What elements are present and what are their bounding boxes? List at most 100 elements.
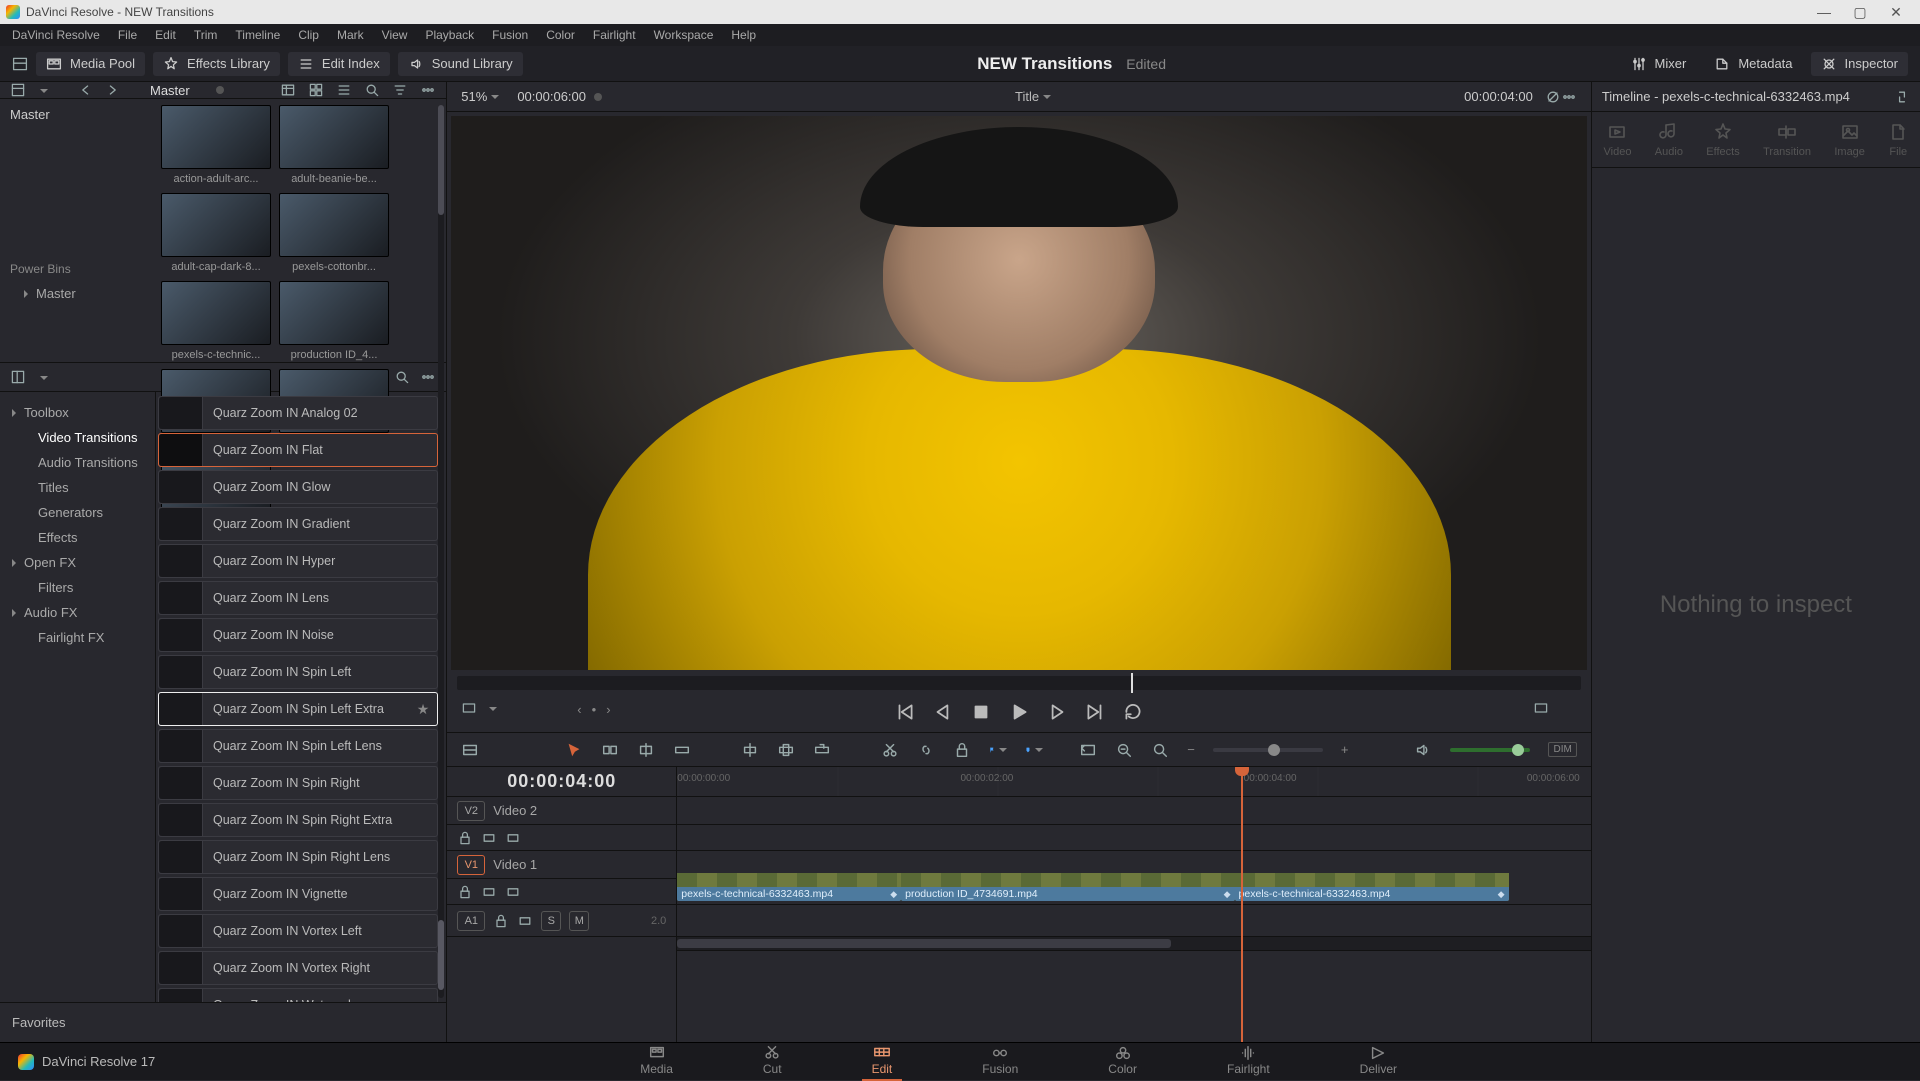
transition-item[interactable]: Quarz Zoom IN Hyper <box>158 544 438 578</box>
blade-tool-icon[interactable] <box>673 741 691 759</box>
solo-button[interactable]: S <box>541 911 561 931</box>
view-list-icon[interactable] <box>336 82 352 98</box>
fx-category-audio-transitions[interactable]: Audio Transitions <box>0 450 155 475</box>
window-minimize-button[interactable]: — <box>1806 4 1842 20</box>
fx-category-toolbox[interactable]: Toolbox <box>0 400 155 425</box>
menu-item[interactable]: Help <box>731 28 756 42</box>
window-close-button[interactable]: ✕ <box>1878 4 1914 21</box>
options-icon[interactable] <box>420 82 436 98</box>
media-pool-toggle[interactable]: Media Pool <box>36 52 145 76</box>
favorites-section[interactable]: Favorites <box>0 1002 446 1042</box>
lock-icon[interactable] <box>457 830 473 846</box>
nav-fwd-icon[interactable] <box>104 82 120 98</box>
fx-panel-layout-icon[interactable] <box>10 369 26 385</box>
inspector-tab-file[interactable]: File <box>1888 122 1908 158</box>
lock-icon[interactable] <box>493 913 509 929</box>
menu-item[interactable]: Color <box>546 28 575 42</box>
viewer-playhead-icon[interactable] <box>1131 673 1133 693</box>
auto-select-icon[interactable] <box>481 830 497 846</box>
timeline-zoom-slider[interactable] <box>1213 748 1323 752</box>
overlay-mode-icon[interactable] <box>461 700 477 716</box>
fx-panel-dropdown-icon[interactable] <box>36 370 48 385</box>
zoom-to-fit-icon[interactable] <box>1079 741 1097 759</box>
media-thumbnail[interactable]: adult-beanie-be... <box>279 105 389 185</box>
goto-last-button[interactable] <box>1084 701 1106 723</box>
fx-category-effects[interactable]: Effects <box>0 525 155 550</box>
timeline-h-scrollbar[interactable] <box>677 937 1591 951</box>
flag-dropdown-icon[interactable] <box>989 741 1007 759</box>
page-tab-edit[interactable]: Edit <box>862 1043 903 1081</box>
media-thumbnail[interactable]: pexels-c-technic... <box>161 281 271 361</box>
timeline-ruler[interactable]: 00:00:00:0000:00:02:0000:00:04:0000:00:0… <box>677 767 1591 797</box>
edit-index-toggle[interactable]: Edit Index <box>288 52 390 76</box>
bin-tree-root[interactable]: Master <box>10 107 145 122</box>
metadata-toggle[interactable]: Metadata <box>1704 52 1802 76</box>
track-tag-a1[interactable]: A1 <box>457 911 485 931</box>
fx-category-audio-fx[interactable]: Audio FX <box>0 600 155 625</box>
insert-clip-icon[interactable] <box>741 741 759 759</box>
track-tag-v1[interactable]: V1 <box>457 855 485 875</box>
inspector-expand-icon[interactable] <box>1894 89 1910 105</box>
inspector-tab-video[interactable]: Video <box>1604 122 1632 158</box>
timeline-clip[interactable]: pexels-c-technical-6332463.mp4◆ <box>1235 854 1509 901</box>
fx-category-fairlight-fx[interactable]: Fairlight FX <box>0 625 155 650</box>
menu-item[interactable]: Playback <box>425 28 474 42</box>
timeline-clip[interactable]: pexels-c-technical-6332463.mp4◆ <box>677 854 901 901</box>
timeline-clip[interactable]: production ID_4734691.mp4◆ <box>901 854 1234 901</box>
viewer-frame[interactable] <box>451 116 1587 670</box>
bypass-fx-icon[interactable] <box>1545 89 1561 105</box>
media-thumbnail[interactable]: production ID_4... <box>279 281 389 361</box>
media-thumbnail[interactable]: adult-cap-dark-8... <box>161 193 271 273</box>
position-lock-icon[interactable] <box>953 741 971 759</box>
media-thumbnail[interactable]: pexels-cottonbr... <box>279 193 389 273</box>
page-tab-fairlight[interactable]: Fairlight <box>1217 1043 1280 1081</box>
trim-tool-icon[interactable] <box>601 741 619 759</box>
viewer-zoom[interactable]: 51% <box>461 89 499 104</box>
fx-category-video-transitions[interactable]: Video Transitions <box>0 425 155 450</box>
lock-icon[interactable] <box>457 884 473 900</box>
menu-item[interactable]: Edit <box>155 28 176 42</box>
transition-item[interactable]: Quarz Zoom IN Spin Right Extra <box>158 803 438 837</box>
menu-item[interactable]: Timeline <box>235 28 280 42</box>
media-thumbnail[interactable]: action-adult-arc... <box>161 105 271 185</box>
menu-item[interactable]: Trim <box>194 28 218 42</box>
viewer-title[interactable]: Title <box>602 89 1464 104</box>
timeline-lanes[interactable]: 00:00:00:0000:00:02:0000:00:04:0000:00:0… <box>677 767 1591 1042</box>
disable-video-icon[interactable] <box>505 830 521 846</box>
detail-zoom-icon[interactable] <box>1115 741 1133 759</box>
match-next-icon[interactable]: › <box>606 702 610 717</box>
zoom-in-icon[interactable]: + <box>1341 742 1349 757</box>
play-button[interactable] <box>1008 701 1030 723</box>
track-header-v1[interactable]: V1 Video 1 <box>447 851 676 879</box>
effects-library-toggle[interactable]: Effects Library <box>153 52 280 76</box>
fx-category-titles[interactable]: Titles <box>0 475 155 500</box>
timeline-timecode[interactable]: 00:00:04:00 <box>447 767 676 797</box>
lane-v1[interactable]: pexels-c-technical-6332463.mp4◆productio… <box>677 851 1591 905</box>
bin-list-icon[interactable] <box>10 82 26 98</box>
transition-item[interactable]: Quarz Zoom IN Vortex Left <box>158 914 438 948</box>
transition-item[interactable]: Quarz Zoom IN Flat <box>158 433 438 467</box>
viewer-options-icon[interactable] <box>1561 89 1577 105</box>
step-back-button[interactable] <box>932 701 954 723</box>
transition-item[interactable]: Quarz Zoom IN Analog 02 <box>158 396 438 430</box>
track-header-v2[interactable]: V2 Video 2 <box>447 797 676 825</box>
overlay-mode-dropdown-icon[interactable] <box>485 701 497 716</box>
inspector-tab-image[interactable]: Image <box>1834 122 1865 158</box>
lane-v2[interactable] <box>677 797 1591 825</box>
inspector-tab-effects[interactable]: Effects <box>1706 122 1739 158</box>
selection-tool-icon[interactable] <box>565 741 583 759</box>
effects-list-scrollbar[interactable] <box>438 396 444 998</box>
menu-item[interactable]: Workspace <box>654 28 714 42</box>
menu-item[interactable]: Fairlight <box>593 28 636 42</box>
zoom-out-icon[interactable]: − <box>1187 742 1195 757</box>
transition-item[interactable]: Quarz Zoom IN Vignette <box>158 877 438 911</box>
mixer-toggle[interactable]: Mixer <box>1621 52 1697 76</box>
transition-item[interactable]: Quarz Zoom IN Noise <box>158 618 438 652</box>
page-tab-media[interactable]: Media <box>630 1043 683 1081</box>
fx-category-filters[interactable]: Filters <box>0 575 155 600</box>
window-maximize-button[interactable]: ▢ <box>1842 4 1878 21</box>
bin-dropdown-icon[interactable] <box>36 83 48 98</box>
stop-button[interactable] <box>970 701 992 723</box>
sort-icon[interactable] <box>392 82 408 98</box>
transition-item[interactable]: Quarz Zoom IN Vortex Right <box>158 951 438 985</box>
